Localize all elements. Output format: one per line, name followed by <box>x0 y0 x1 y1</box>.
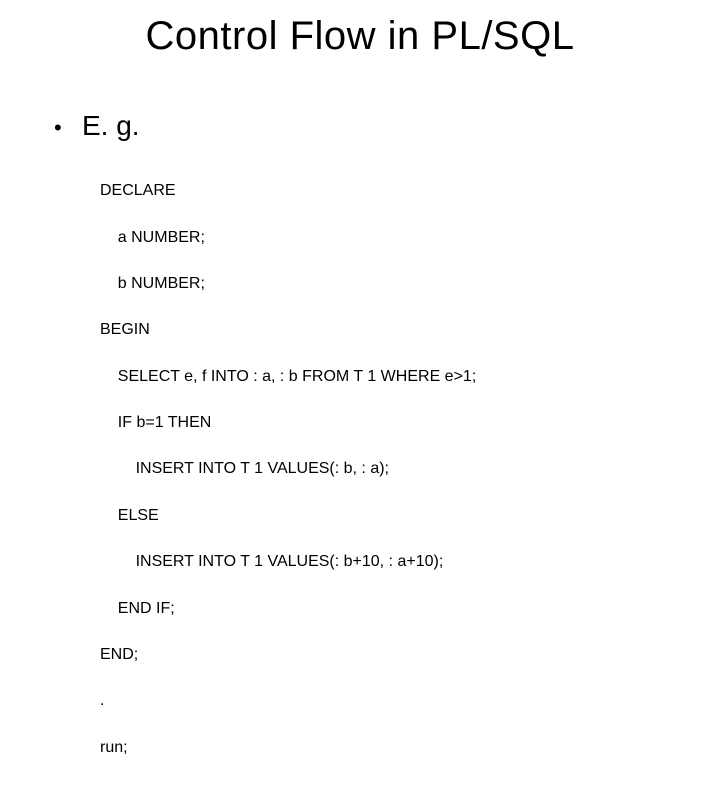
code-line: BEGIN <box>100 318 666 341</box>
bullet-label: E. g. <box>82 110 140 142</box>
code-line: SELECT e, f INTO : a, : b FROM T 1 WHERE… <box>100 365 666 388</box>
code-line: INSERT INTO T 1 VALUES(: b+10, : a+10); <box>100 550 666 573</box>
code-line: IF b=1 THEN <box>100 411 666 434</box>
code-line: DECLARE <box>100 179 666 202</box>
code-line: INSERT INTO T 1 VALUES(: b, : a); <box>100 457 666 480</box>
code-line: run; <box>100 736 666 759</box>
bullet-marker: • <box>54 114 82 142</box>
bullet-item: • E. g. <box>54 110 666 142</box>
code-line: END IF; <box>100 597 666 620</box>
code-line: b NUMBER; <box>100 272 666 295</box>
code-line: END; <box>100 643 666 666</box>
code-line: ELSE <box>100 504 666 527</box>
slide-body: • E. g. DECLARE a NUMBER; b NUMBER; BEGI… <box>54 110 666 805</box>
code-block: DECLARE a NUMBER; b NUMBER; BEGIN SELECT… <box>100 156 666 805</box>
slide: Control Flow in PL/SQL • E. g. DECLARE a… <box>0 0 720 540</box>
slide-title: Control Flow in PL/SQL <box>0 14 720 59</box>
code-line: . <box>100 689 666 712</box>
code-line: a NUMBER; <box>100 226 666 249</box>
